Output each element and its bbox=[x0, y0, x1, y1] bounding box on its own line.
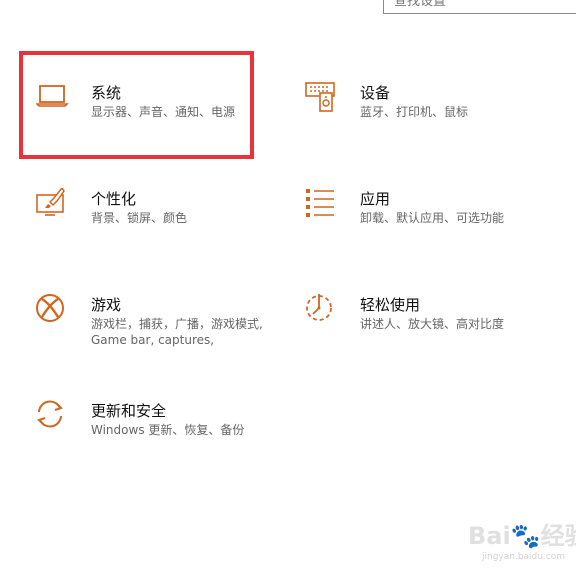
search-input[interactable]: 查找设置 bbox=[394, 0, 446, 9]
tile-title: 轻松使用 bbox=[360, 296, 421, 314]
tile-description: 蓝牙、打印机、鼠标 bbox=[360, 105, 469, 119]
tile-title: 个性化 bbox=[91, 190, 137, 208]
highlight-box bbox=[19, 51, 254, 159]
watermark-text: Bai🐾经验 bbox=[468, 522, 576, 550]
devices-icon bbox=[305, 82, 335, 112]
xbox-icon bbox=[36, 294, 64, 322]
tile-title: 更新和安全 bbox=[91, 402, 167, 420]
tile-title: 应用 bbox=[360, 190, 391, 208]
tile-title: 游戏 bbox=[91, 296, 122, 314]
tile-description: Windows 更新、恢复、备份 bbox=[91, 423, 245, 437]
ease-of-access-icon bbox=[306, 294, 332, 321]
personalization-icon bbox=[36, 188, 65, 216]
tile-description: 卸载、默认应用、可选功能 bbox=[360, 211, 505, 225]
tile-description: 讲述人、放大镜、高对比度 bbox=[360, 317, 505, 331]
tile-title: 设备 bbox=[360, 84, 391, 102]
watermark-url: jingyan.baidu.com bbox=[482, 552, 566, 562]
tile-description: 背景、锁屏、颜色 bbox=[91, 211, 188, 225]
update-icon bbox=[37, 400, 63, 428]
watermark-logo: Bai🐾经验 jingyan.baidu.com bbox=[468, 512, 576, 570]
tile-description: 游戏栏，捕获，广播，游戏模式, Game bar, captures, bbox=[91, 317, 263, 347]
apps-icon bbox=[306, 189, 334, 217]
search-box[interactable]: 查找设置 bbox=[383, 0, 576, 14]
